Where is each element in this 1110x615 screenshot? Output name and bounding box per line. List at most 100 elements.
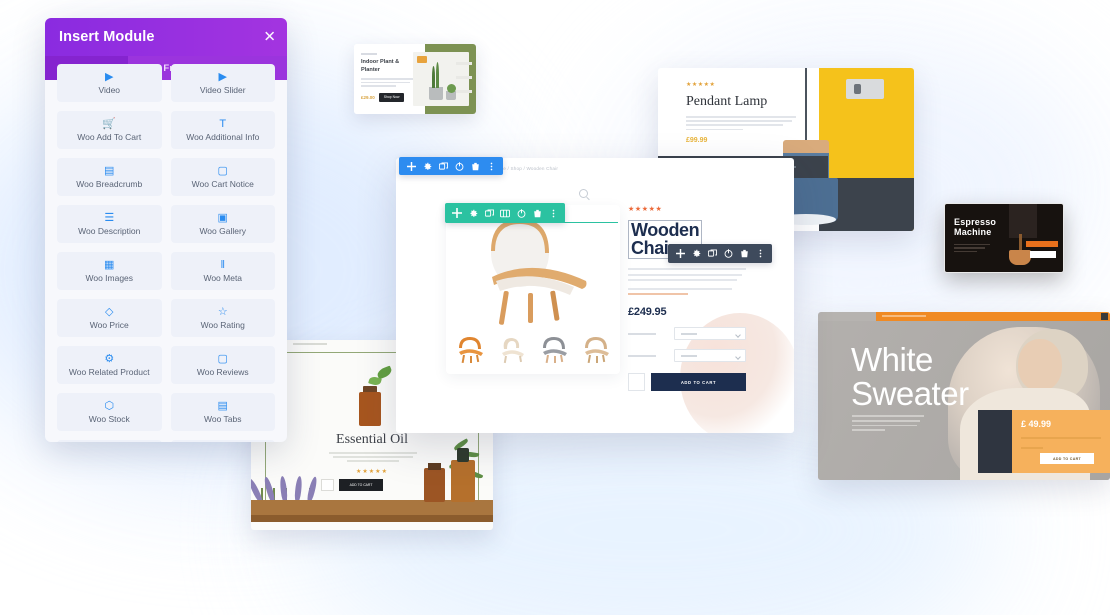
product-option-wood[interactable] (628, 349, 746, 363)
module-card-woo-rating[interactable]: ☆ Woo Rating (170, 299, 275, 337)
thumbnail-chair-grey[interactable] (536, 332, 572, 364)
section-toolbar[interactable] (399, 157, 503, 175)
row-toolbar[interactable] (445, 203, 565, 223)
product-details: ★★★★★ Wooden Chair £249.95 ADD TO CART (628, 206, 746, 392)
option-color-select[interactable] (674, 327, 746, 341)
sweater-price: £ 49.99 (1021, 419, 1052, 429)
settings-icon[interactable] (688, 245, 704, 263)
espresso-title-line1: Espresso (954, 217, 997, 227)
sweater-size-select[interactable] (1021, 437, 1101, 439)
module-toolbar[interactable] (668, 244, 772, 263)
delete-icon[interactable] (529, 204, 545, 222)
disable-icon[interactable] (451, 157, 467, 175)
quantity-input[interactable] (628, 373, 645, 392)
more-icon[interactable] (752, 245, 768, 263)
product-option-color[interactable] (628, 327, 746, 341)
module-card-woo-meta[interactable]: ‖ Woo Meta (170, 252, 275, 290)
module-list-scroll[interactable]: ▶ Video ▶ Video Slider 🛒 Woo Add To Cart T Woo … (45, 64, 287, 442)
search-icon[interactable] (579, 189, 588, 198)
oil-bottle-small (424, 468, 445, 502)
module-card-woo-related-product[interactable]: ⚙ Woo Related Product (57, 346, 162, 384)
settings-icon[interactable] (465, 204, 481, 222)
plant-leaf (435, 62, 439, 88)
product-gallery[interactable] (446, 205, 620, 374)
espresso-title-line2: Machine (954, 227, 992, 238)
sweater-color-swatch[interactable] (978, 410, 1014, 473)
wooden-chair-illustration (491, 219, 587, 325)
related-product-icon: ⚙ (104, 352, 115, 365)
product-card-white-sweater[interactable]: White Sweater £ 49.99 ADD TO CART (818, 312, 1110, 480)
module-card-woo-stock[interactable]: ⬡ Woo Stock (57, 393, 162, 431)
thumbnail-chair-cream[interactable] (494, 332, 530, 364)
product-page-preview[interactable]: Home / Shop / Wooden Chair ★★★★★ Wooden … (396, 158, 794, 433)
oil-add-to-cart-button[interactable]: ADD TO CART (339, 479, 383, 491)
module-card-woo-description[interactable]: ☰ Woo Description (57, 205, 162, 243)
plant-cta-row: £29.00 Shop Now (361, 92, 419, 102)
module-card-woo-add-to-cart[interactable]: 🛒 Woo Add To Cart (57, 111, 162, 149)
video-slider-icon: ▶ (218, 70, 227, 83)
module-card-label: Video Slider (199, 84, 246, 95)
module-card-woo-gallery[interactable]: ▣ Woo Gallery (170, 205, 275, 243)
duplicate-icon[interactable] (481, 204, 497, 222)
option-wood-label (628, 354, 656, 357)
module-card-woo-breadcrumb[interactable]: ▤ Woo Breadcrumb (57, 158, 162, 196)
module-card-label: Video (98, 84, 121, 95)
module-card-woo-images[interactable]: ▦ Woo Images (57, 252, 162, 290)
plant-badge (416, 56, 427, 63)
oil-bottle-large (451, 460, 475, 502)
plant-shelf (456, 76, 472, 79)
product-card-espresso-machine[interactable]: Espresso Machine (944, 203, 1064, 273)
sweater-header-bar (876, 312, 1110, 321)
plant-leaf (446, 84, 456, 93)
add-to-cart-button[interactable]: ADD TO CART (651, 373, 746, 392)
more-icon[interactable] (483, 157, 499, 175)
module-card-label: Woo Add To Cart (77, 131, 142, 142)
product-thumbnails[interactable] (452, 330, 614, 364)
product-card-indoor-plant[interactable]: Indoor Plant & Planter £29.00 Shop Now (354, 44, 476, 114)
star-icon: ☆ (217, 305, 228, 318)
module-card-woo-reviews[interactable]: ▢ Woo Reviews (170, 346, 275, 384)
module-card-video[interactable]: ▶ Video (57, 64, 162, 102)
settings-icon[interactable] (419, 157, 435, 175)
duplicate-icon[interactable] (435, 157, 451, 175)
espresso-cup (1009, 250, 1031, 265)
module-card-woo-upsell[interactable]: ↑Woo Upsell (170, 440, 275, 442)
sweater-header-text (882, 315, 926, 317)
option-wood-select[interactable] (674, 349, 746, 363)
oil-quantity-input[interactable] (321, 479, 334, 491)
stock-icon: ⬡ (104, 399, 115, 412)
plant-card-photo (412, 44, 476, 114)
plant-shop-button[interactable]: Shop Now (378, 92, 405, 102)
plant-title-line2: Planter (361, 66, 380, 73)
espresso-badge (1026, 241, 1058, 247)
add-icon[interactable] (672, 245, 688, 263)
oil-wood-shelf (251, 500, 493, 516)
thumbnail-chair-orange[interactable] (452, 332, 488, 364)
add-icon[interactable] (403, 157, 419, 175)
module-card-woo-tabs[interactable]: ▤ Woo Tabs (170, 393, 275, 431)
module-grid: ▶ Video ▶ Video Slider 🛒 Woo Add To Cart T Woo … (57, 64, 275, 442)
insert-module-panel[interactable]: Insert Module ✕ New Module Add From Libr… (45, 18, 287, 442)
module-card-video-slider[interactable]: ▶ Video Slider (170, 64, 275, 102)
sweater-add-to-cart-button[interactable]: ADD TO CART (1040, 453, 1094, 464)
module-card-woo-cart-notice[interactable]: ▢ Woo Cart Notice (170, 158, 275, 196)
close-icon[interactable]: ✕ (263, 30, 276, 45)
module-card-woo-price[interactable]: ◇ Woo Price (57, 299, 162, 337)
module-card-woo-title[interactable]: ▥Woo Title (57, 440, 162, 442)
product-price: £249.95 (628, 306, 667, 319)
delete-icon[interactable] (736, 245, 752, 263)
module-card-label: Woo Images (85, 272, 134, 283)
disable-icon[interactable] (513, 204, 529, 222)
delete-icon[interactable] (467, 157, 483, 175)
columns-icon[interactable] (497, 204, 513, 222)
lamp-price: £99.99 (686, 137, 708, 145)
module-card-woo-additional-info[interactable]: T Woo Additional Info (170, 111, 275, 149)
thumbnail-chair-tan[interactable] (578, 332, 614, 364)
meta-icon: ‖ (220, 258, 226, 271)
duplicate-icon[interactable] (704, 245, 720, 263)
disable-icon[interactable] (720, 245, 736, 263)
sweater-backdrop: White Sweater £ 49.99 ADD TO CART (818, 321, 1110, 480)
more-icon[interactable] (545, 204, 561, 222)
espresso-buy-button[interactable] (1030, 251, 1056, 258)
add-icon[interactable] (449, 204, 465, 222)
